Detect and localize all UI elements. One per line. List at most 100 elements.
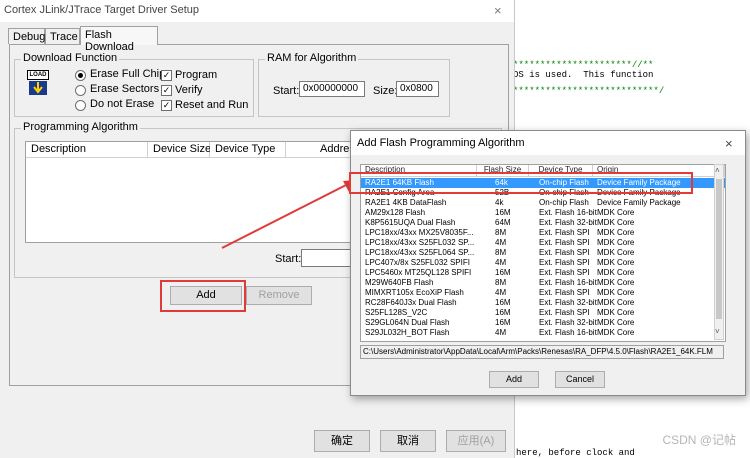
table-row[interactable]: S29GL064N Dual Flash 16M Ext. Flash 32-bit… [361,318,725,328]
add-flash-algorithm-dialog: Add Flash Programming Algorithm × Descri… [349,130,746,396]
cell-flash-size: 64M [495,218,511,227]
erase-sectors-radio[interactable] [75,85,86,96]
cell-description: AM29x128 Flash [365,208,426,217]
ram-size-input[interactable]: 0x0800 [396,81,439,97]
do-not-erase-radio[interactable] [75,100,86,111]
cell-origin: MDK Core [597,268,635,277]
group-label: RAM for Algorithm [265,52,359,64]
table-row[interactable]: K8P5615UQA Dual Flash 64M Ext. Flash 32-bi… [361,218,725,228]
cell-flash-size: 4k [495,198,504,207]
reset-and-run-checkbox[interactable]: ✓ [161,100,172,111]
cell-device-type: Ext. Flash SPI [539,248,590,257]
cell-description: LPC5460x MT25QL128 SPIFI [365,268,472,277]
radio-label: Do not Erase [90,98,155,110]
table-row[interactable]: LPC18xx/43xx MX25V8035F... 8M Ext. Flash S… [361,228,725,238]
cell-description: LPC407x/8x S25FL032 SPIFI [365,258,470,267]
cell-description: S29JL032H_BOT Flash [365,328,450,337]
cell-origin: MDK Core [597,308,635,317]
scrollbar-thumb[interactable] [716,179,722,319]
radio-label: Erase Sectors [90,83,160,95]
cell-flash-size: 16M [495,308,511,317]
cell-description: S29GL064N Dual Flash [365,318,450,327]
table-row[interactable]: S25FL128S_V2C 16M Ext. Flash SPI MDK Core [361,308,725,318]
cancel-button[interactable]: 取消 [380,430,436,452]
cell-origin: MDK Core [597,278,635,287]
cell-description: LPC18xx/43xx S25FL032 SP... [365,238,475,247]
cell-flash-size: 4M [495,238,507,247]
apply-button[interactable]: 应用(A) [446,430,506,452]
algorithm-start-label: Start: [275,253,302,265]
cell-device-type: Ext. Flash SPI [539,228,590,237]
tab-flash-download[interactable]: Flash Download [80,26,158,53]
watermark: CSDN @记帖 [662,433,736,447]
ram-start-label: Start: [273,85,300,97]
cell-flash-size: 4M [495,328,507,337]
cell-flash-size: 16M [495,318,511,327]
close-icon[interactable]: × [725,136,733,151]
cell-flash-size: 16M [495,208,511,217]
cell-origin: MDK Core [597,288,635,297]
tab-debug[interactable]: Debug [8,28,45,44]
table-row[interactable]: LPC5460x MT25QL128 SPIFI 16M Ext. Flash SP… [361,268,725,278]
radio-label: Erase Full Chip [90,68,166,80]
column-header-device-type[interactable]: Device Type [210,142,286,158]
cell-device-type: Ext. Flash SPI [539,308,590,317]
column-header-description[interactable]: Description [26,142,148,158]
vertical-scrollbar[interactable]: ˄ ˅ [714,164,724,340]
tab-trace[interactable]: Trace [45,28,80,44]
program-checkbox[interactable]: ✓ [161,70,172,81]
cell-device-type: Ext. Flash 16-bit [539,328,597,337]
cell-device-type: Ext. Flash SPI [539,268,590,277]
table-row[interactable]: LPC18xx/43xx S25FL064 SP... 8M Ext. Flash … [361,248,725,258]
cell-origin: MDK Core [597,248,635,257]
scroll-down-icon[interactable]: ˅ [715,327,720,336]
checkbox-label: Reset and Run [175,99,249,111]
checkbox-label: Program [175,69,218,81]
column-header-device-size[interactable]: Device Size [148,142,211,158]
add-button-highlight [160,280,246,312]
cell-device-type: Ext. Flash 32-bit [539,298,597,307]
dialog-cancel-button[interactable]: Cancel [555,371,605,388]
load-icon: LOAD [27,70,49,96]
table-row[interactable]: AM29x128 Flash 16M Ext. Flash 16-bit MDK Co… [361,208,725,218]
cell-origin: MDK Core [597,208,635,217]
close-icon[interactable]: × [494,3,502,18]
ok-button[interactable]: 确定 [314,430,370,452]
cell-flash-size: 4M [495,258,507,267]
cell-description: K8P5615UQA Dual Flash [365,218,456,227]
group-label: Programming Algorithm [21,121,140,133]
table-row[interactable]: MIMXRT105x EcoXiP Flash 4M Ext. Flash SPI M… [361,288,725,298]
cell-origin: MDK Core [597,218,635,227]
cell-flash-size: 8M [495,248,507,257]
title-bar: Cortex JLink/JTrace Target Driver Setup … [0,0,514,22]
verify-checkbox[interactable]: ✓ [161,85,172,96]
cell-flash-size: 4M [495,288,507,297]
dialog-add-button[interactable]: Add [489,371,539,388]
table-row[interactable]: LPC407x/8x S25FL032 SPIFI 4M Ext. Flash SP… [361,258,725,268]
table-row[interactable]: S29JL032H_BOT Flash 4M Ext. Flash 16-bit MD… [361,328,725,338]
cell-origin: MDK Core [597,328,635,337]
download-function-group: Download Function LOAD Erase Full Chip E… [14,52,254,117]
cell-description: LPC18xx/43xx S25FL064 SP... [365,248,475,257]
editor-comment-line: here, before clock and [516,448,635,458]
cell-device-type: Ext. Flash SPI [539,258,590,267]
cell-device-type: Ext. Flash 32-bit [539,218,597,227]
editor-comment-line: **********************//** [513,60,654,70]
table-row[interactable]: RA2E1 4KB DataFlash 4k On-chip Flash Device… [361,198,725,208]
cell-origin: MDK Core [597,298,635,307]
erase-full-chip-radio[interactable] [75,70,86,81]
cell-description: RA2E1 4KB DataFlash [365,198,447,207]
cell-origin: MDK Core [597,258,635,267]
ram-for-algorithm-group: RAM for Algorithm Start: 0x00000000 Size… [258,52,450,117]
table-row[interactable]: LPC18xx/43xx S25FL032 SP... 4M Ext. Flash … [361,238,725,248]
cell-description: S25FL128S_V2C [365,308,428,317]
table-row[interactable]: M29W640FB Flash 8M Ext. Flash 16-bit MDK Co… [361,278,725,288]
remove-button[interactable]: Remove [246,286,312,305]
selected-row-highlight [349,172,693,194]
ram-start-input[interactable]: 0x00000000 [299,81,365,97]
table-row[interactable]: RC28F640J3x Dual Flash 16M Ext. Flash 32-b… [361,298,725,308]
scroll-up-icon[interactable]: ˄ [715,166,720,175]
dialog-title: Add Flash Programming Algorithm [357,137,525,149]
cell-flash-size: 8M [495,228,507,237]
cell-origin: MDK Core [597,318,635,327]
